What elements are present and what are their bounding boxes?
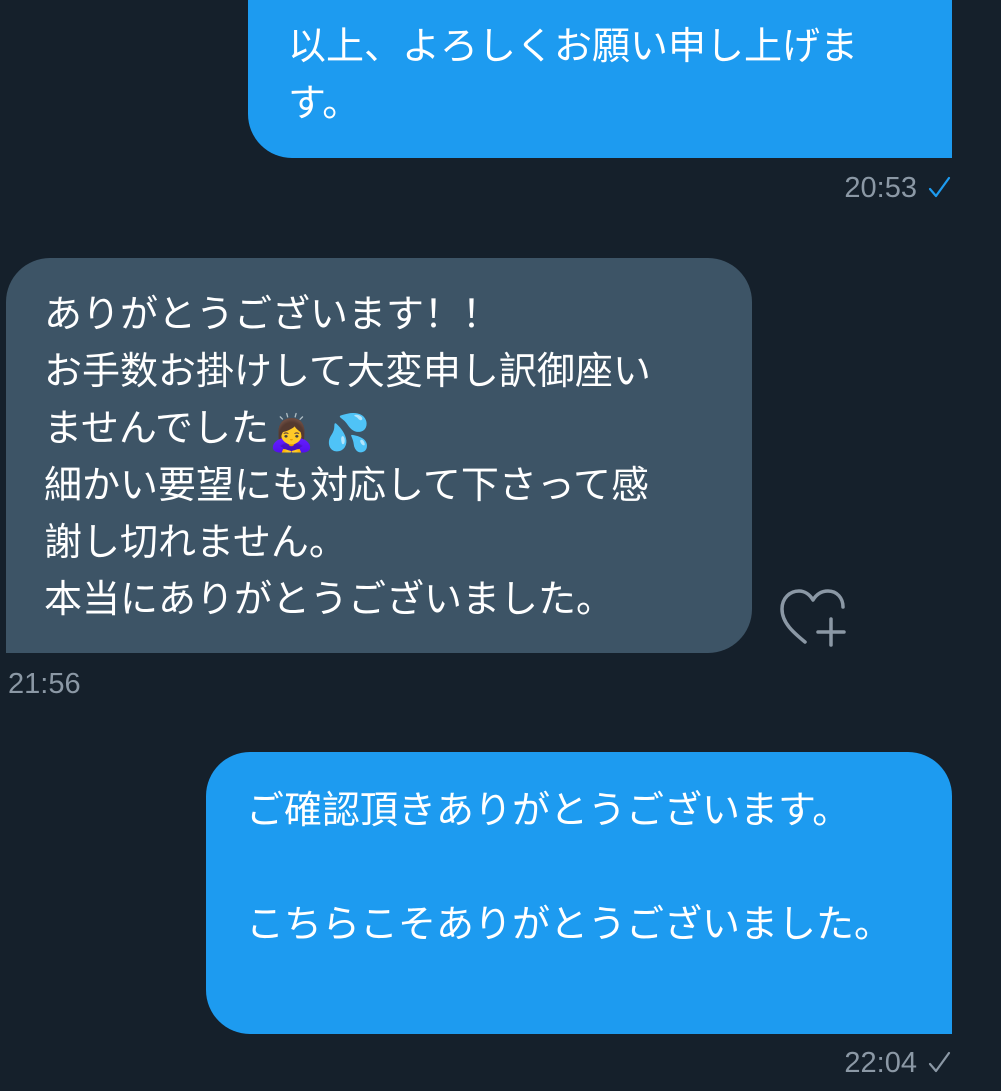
message-line: 謝し切れません。 <box>44 520 347 564</box>
message-line-text: ませんでした <box>44 406 269 450</box>
timestamp: 22:04 <box>844 1047 917 1079</box>
bowing-emoji: 🙇‍♀️ <box>268 413 314 454</box>
check-icon <box>928 176 951 198</box>
message-meta: 21:56 <box>8 667 81 701</box>
heart-plus-icon <box>780 589 846 647</box>
timestamp: 20:53 <box>844 172 917 204</box>
message-text: 以上、よろしくお願い申し上げます。 <box>288 24 859 125</box>
sweat-droplets-emoji: 💦 <box>325 413 371 454</box>
received-message-bubble[interactable]: ありがとうございます！！ お手数お掛けして大変申し訳御座い ませんでした🙇‍♀️ 💦… <box>6 258 752 653</box>
message-line: ありがとうございます！！ <box>44 292 501 336</box>
message-line: ませんでした🙇‍♀️ 💦 <box>44 400 728 457</box>
message-line: 本当にありがとうございました。 <box>44 577 615 621</box>
check-icon <box>928 1051 951 1073</box>
message-text: ご確認頂きありがとうございます。 こちらこそありがとうございました。 <box>246 788 893 946</box>
timestamp: 21:56 <box>8 668 81 700</box>
message-line: 細かい要望にも対応して下さって感 <box>44 463 649 507</box>
sent-message-bubble[interactable]: 以上、よろしくお願い申し上げます。 <box>248 0 952 158</box>
message-line: お手数お掛けして大変申し訳御座い <box>44 349 651 393</box>
message-meta: 22:04 <box>844 1046 951 1080</box>
add-reaction-button[interactable] <box>778 586 850 650</box>
sent-message-bubble[interactable]: ご確認頂きありがとうございます。 こちらこそありがとうございました。 <box>206 752 952 1034</box>
message-meta: 20:53 <box>844 171 951 205</box>
